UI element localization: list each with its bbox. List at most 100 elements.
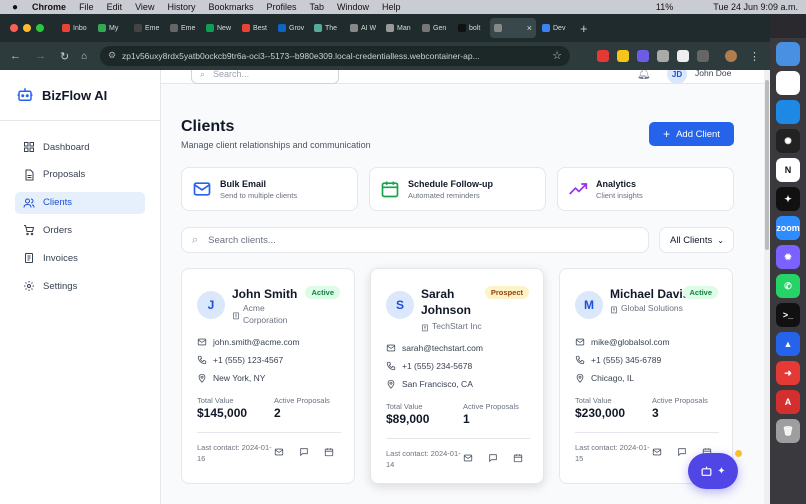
client-search-input[interactable]: ⌕ Search clients... [181,227,649,253]
dock-finder-icon[interactable] [776,42,800,66]
document-icon [23,169,43,181]
dock-chrome-icon[interactable] [776,71,800,95]
browser-tab[interactable]: Inbo [58,18,92,38]
total-value-label: Total Value [575,396,612,405]
dock-trash-icon[interactable]: 🗑 [776,419,800,443]
quick-action-analytics[interactable]: Analytics Client insights [557,167,734,211]
dock-zoom-icon[interactable]: zoom [776,216,800,240]
home-icon[interactable]: ⌂ [81,51,87,62]
browser-tab[interactable]: Eme [166,18,200,38]
reload-icon[interactable]: ↻ [60,50,69,63]
message-action-icon[interactable] [488,453,498,463]
menu-item[interactable]: Help [382,2,401,12]
ai-assistant-button[interactable]: ✦ [688,453,738,489]
message-action-icon[interactable] [299,447,309,457]
calendar-action-icon[interactable] [513,453,523,463]
browser-tab[interactable]: × [490,18,536,38]
brand[interactable]: BizFlow AI [16,86,107,104]
site-info-icon[interactable]: ⚙ [108,50,116,61]
quick-action-bulk-email[interactable]: Bulk Email Send to multiple clients [181,167,358,211]
menu-item[interactable]: View [135,2,154,12]
menu-item[interactable]: Tab [310,2,325,12]
client-phone-row[interactable]: +1 (555) 234-5678 [386,361,472,371]
menu-app-name[interactable]: Chrome [32,2,66,12]
client-email-row[interactable]: mike@globalsol.com [575,337,670,347]
client-card[interactable]: J John Smith Acme Corporation Active john.sm… [181,268,355,484]
sidebar-item-invoices[interactable]: Invoices [15,247,145,269]
notification-bell-icon[interactable]: 🔔︎ [637,70,651,80]
dock-acrobat-icon[interactable]: A [776,390,800,414]
message-action-icon[interactable] [677,447,687,457]
extension-yellow-icon[interactable] [617,50,629,62]
browser-tab[interactable]: Man [382,18,416,38]
browser-menu-icon[interactable]: ⋮ [749,50,760,63]
menu-item[interactable]: Window [337,2,369,12]
sidebar-item-dashboard[interactable]: Dashboard [15,136,145,158]
sidebar-item-settings[interactable]: Settings [15,275,145,297]
browser-tab[interactable]: The [310,18,344,38]
new-tab-icon[interactable]: + [580,21,588,36]
add-client-button[interactable]: + Add Client [649,122,734,146]
dock-settings-icon[interactable]: ✹ [776,245,800,269]
global-search-input[interactable]: ⌕ Search... [191,70,339,84]
dock-chatgpt-icon[interactable]: ✺ [776,129,800,153]
browser-tab[interactable]: AI W [346,18,380,38]
client-phone-row[interactable]: +1 (555) 123-4567 [197,355,283,365]
client-email-row[interactable]: sarah@techstart.com [386,343,483,353]
extension-gray-icon[interactable] [657,50,669,62]
calendar-action-icon[interactable] [324,447,334,457]
dock-safari-icon[interactable] [776,100,800,124]
extensions-puzzle-icon[interactable] [697,50,709,62]
profile-avatar-icon[interactable] [725,50,737,62]
menu-item[interactable]: Edit [107,2,123,12]
client-card[interactable]: S Sarah Johnson TechStart Inc Prospect sarah… [370,268,544,484]
scrollbar-thumb[interactable] [765,80,769,250]
dock-app-blue-icon[interactable]: ▲ [776,332,800,356]
browser-tab[interactable]: Best [238,18,272,38]
minimize-window-dot[interactable] [23,24,31,32]
client-filter-select[interactable]: All Clients ⌄ [659,227,734,253]
sidebar-item-clients[interactable]: Clients [15,191,145,214]
menu-item[interactable]: Profiles [266,2,296,12]
address-bar[interactable]: ⚙ zp1v56uxy8rdx5yatb0ockcb9tr6a-oci3--51… [100,46,570,66]
menu-item[interactable]: File [79,2,94,12]
user-name[interactable]: John Doe [695,70,731,78]
forward-icon[interactable]: → [35,50,46,62]
menu-item[interactable]: Bookmarks [208,2,253,12]
dock-whatsapp-icon[interactable]: ✆ [776,274,800,298]
browser-tab[interactable]: Grov [274,18,308,38]
menu-item[interactable]: History [167,2,195,12]
client-name[interactable]: Sarah Johnson [421,286,491,318]
sidebar-item-orders[interactable]: Orders [15,219,145,241]
dock-notion-icon[interactable]: N [776,158,800,182]
dock-terminal-icon[interactable]: >_ [776,303,800,327]
client-phone-row[interactable]: +1 (555) 345-6789 [575,355,661,365]
browser-tab[interactable]: bolt [454,18,488,38]
browser-tab[interactable]: Eme [130,18,164,38]
quick-action-schedule-follow-up[interactable]: Schedule Follow-up Automated reminders [369,167,546,211]
browser-tab[interactable]: My [94,18,128,38]
client-email-row[interactable]: john.smith@acme.com [197,337,300,347]
browser-tab[interactable]: Gen [418,18,452,38]
email-action-icon[interactable] [652,447,662,457]
extension-notion-icon[interactable] [677,50,689,62]
close-window-dot[interactable] [10,24,18,32]
browser-tab[interactable]: Dev [538,18,572,38]
back-icon[interactable]: ← [10,50,21,62]
apple-icon[interactable]: ● [12,2,18,13]
client-card[interactable]: M Michael Davis Global Solutions Active mike… [559,268,733,484]
battery-percent[interactable]: 11% [656,2,673,12]
maximize-window-dot[interactable] [36,24,44,32]
email-action-icon[interactable] [463,453,473,463]
extension-red-icon[interactable] [597,50,609,62]
sidebar-item-proposals[interactable]: Proposals [15,164,145,186]
bookmark-star-icon[interactable]: ☆ [552,49,562,62]
browser-tab[interactable]: New [202,18,236,38]
page-scrollbar[interactable] [764,70,770,504]
email-action-icon[interactable] [274,447,284,457]
extension-purple-icon[interactable] [637,50,649,62]
dock-app-red-icon[interactable]: ➜ [776,361,800,385]
dock-perplexity-icon[interactable]: ✦ [776,187,800,211]
tab-close-icon[interactable]: × [527,23,532,33]
clock[interactable]: Tue 24 Jun 9:09 a.m. [713,2,798,12]
